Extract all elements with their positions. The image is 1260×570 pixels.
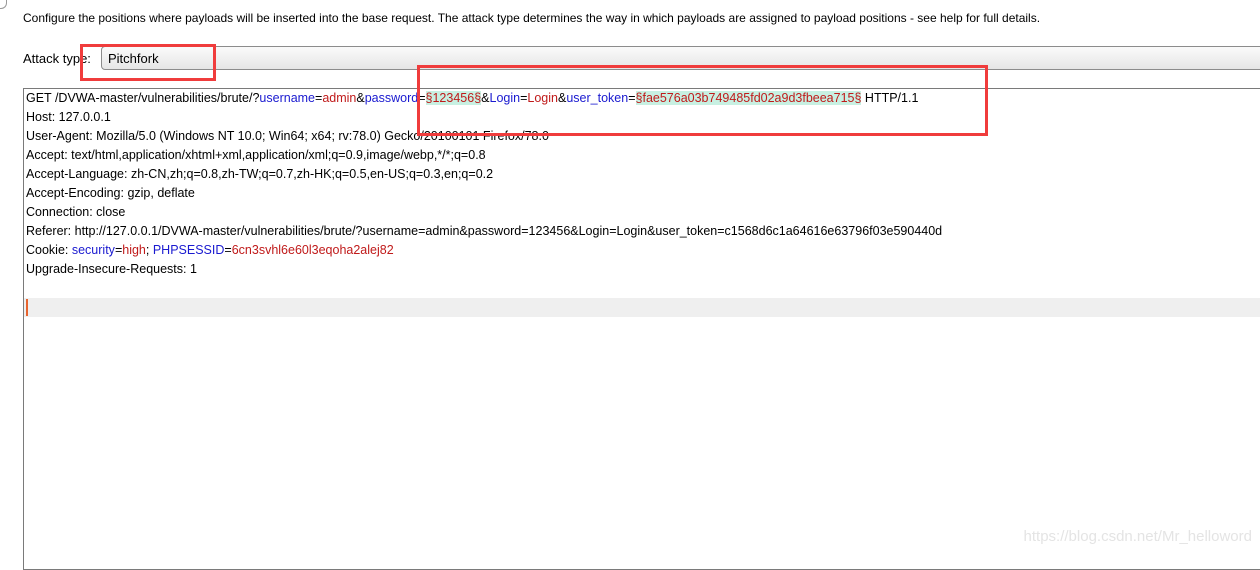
text: GET /DVWA-master/vulnerabilities/brute/? xyxy=(26,91,260,105)
text: ; xyxy=(145,243,153,257)
text: Cookie: xyxy=(26,243,72,257)
request-line: Accept: text/html,application/xhtml+xml,… xyxy=(24,146,1260,165)
text: & xyxy=(356,91,365,105)
param-name: password xyxy=(364,91,419,105)
request-line: Accept-Encoding: gzip, deflate xyxy=(24,184,1260,203)
text: Accept: text/html,application/xhtml+xml,… xyxy=(26,148,486,162)
text: Accept-Encoding: gzip, deflate xyxy=(26,186,195,200)
text-caret xyxy=(26,299,28,316)
window-edge xyxy=(0,0,7,9)
param-value: high xyxy=(122,243,146,257)
param-name: username xyxy=(259,91,316,105)
param-name: PHPSESSID xyxy=(152,243,225,257)
param-name: security xyxy=(71,243,115,257)
text: = xyxy=(224,243,232,257)
request-line: Accept-Language: zh-CN,zh;q=0.8,zh-TW;q=… xyxy=(24,165,1260,184)
request-line: Cookie: security=high; PHPSESSID=6cn3svh… xyxy=(24,241,1260,260)
text: Connection: close xyxy=(26,205,126,219)
text: Accept-Language: zh-CN,zh;q=0.8,zh-TW;q=… xyxy=(26,167,494,181)
text: Upgrade-Insecure-Requests: 1 xyxy=(26,262,197,276)
request-line: Referer: http://127.0.0.1/DVWA-master/vu… xyxy=(24,222,1260,241)
request-line: Connection: close xyxy=(24,203,1260,222)
request-line xyxy=(24,298,1260,317)
annotation-box-attack-type xyxy=(80,44,216,81)
param-value: 6cn3svhl6e60l3eqoha2alej82 xyxy=(231,243,394,257)
annotation-box-payload-positions xyxy=(417,65,988,136)
request-line xyxy=(24,279,1260,298)
watermark: https://blog.csdn.net/Mr_helloword xyxy=(1023,528,1252,545)
text: Host: 127.0.0.1 xyxy=(26,110,111,124)
request-editor[interactable]: GET /DVWA-master/vulnerabilities/brute/?… xyxy=(23,88,1260,570)
intro-text: Configure the positions where payloads w… xyxy=(23,11,1041,25)
param-value: admin xyxy=(322,91,357,105)
request-line: Upgrade-Insecure-Requests: 1 xyxy=(24,260,1260,279)
text: Referer: http://127.0.0.1/DVWA-master/vu… xyxy=(26,224,943,238)
